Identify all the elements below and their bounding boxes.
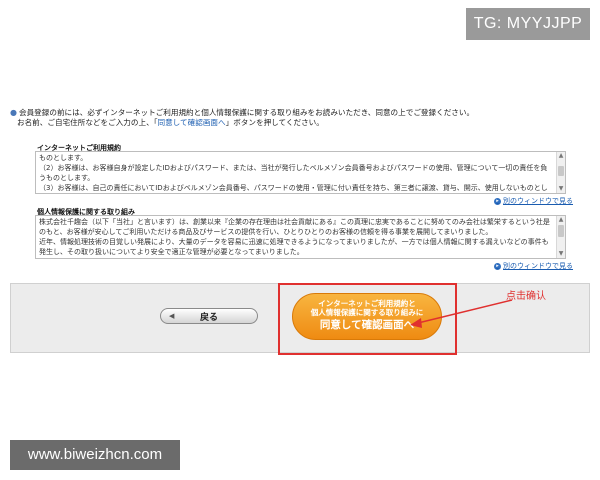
scroll-up-icon[interactable]: ▲	[557, 216, 565, 224]
intro-text: ● 会員登録の前には、必ずインターネットご利用規約と個人情報保護に関する取り組みを…	[10, 108, 595, 128]
scroll-up-icon[interactable]: ▲	[557, 152, 565, 160]
external-window-icon: ▸	[494, 262, 501, 270]
watermark-url: www.biweizhcn.com	[10, 440, 180, 470]
watermark-badge: TG: MYYJJPP	[466, 8, 590, 40]
annotation-highlight-box	[278, 283, 457, 355]
privacy-scroll-thumb[interactable]	[558, 225, 564, 237]
privacy-textbox[interactable]: 株式会社千趣会（以下「当社」と言います）は、創業以来『企業の存在理由は社会貢献に…	[35, 215, 566, 259]
terms-textbox[interactable]: ものとします。 （2）お客様は、お客様自身が設定したIDおよびパスワード、または…	[35, 151, 566, 194]
privacy-new-window-link[interactable]: ▸ 別のウィンドウで見る	[494, 261, 573, 271]
terms-line: ものとします。	[39, 154, 88, 162]
intro-agree-link[interactable]: 同意して確認画面へ	[157, 118, 225, 127]
terms-new-window-label: 別のウィンドウで見る	[503, 197, 573, 205]
back-button-label: 戻る	[199, 312, 218, 323]
privacy-line: 近年、情報処理技術の目覚しい発展により、大量のデータを容易に迅速に処理できるよう…	[39, 238, 549, 256]
intro-line-1-text: 会員登録の前には、必ずインターネットご利用規約と個人情報保護に関する取り組みをお…	[18, 108, 475, 117]
terms-scrollbar[interactable]: ▲ ▼	[556, 152, 565, 193]
intro-line-2: お名前、ご自宅住所などをご入力の上、「同意して確認画面へ」ボタンを押してください…	[10, 118, 595, 128]
terms-line: （3）お客様は、自己の責任においてIDおよびベルメゾン会員番号、パスワードの使用…	[39, 184, 548, 192]
privacy-scrollbar[interactable]: ▲ ▼	[556, 216, 565, 258]
back-arrow-icon: ◀	[169, 312, 175, 320]
external-window-icon: ▸	[494, 197, 501, 205]
annotation-label: 点击确认	[506, 291, 546, 302]
privacy-line: 株式会社千趣会（以下「当社」と言います）は、創業以来『企業の存在理由は社会貢献に…	[39, 218, 550, 236]
scroll-down-icon[interactable]: ▼	[557, 185, 565, 193]
intro-line-1: ● 会員登録の前には、必ずインターネットご利用規約と個人情報保護に関する取り組みを…	[10, 108, 595, 118]
bullet-icon: ●	[10, 108, 17, 117]
terms-scroll-thumb[interactable]	[558, 166, 564, 176]
intro-line-2-after: 」ボタンを押してください。	[225, 118, 324, 127]
back-button[interactable]: ◀ 戻る	[160, 308, 258, 324]
privacy-new-window-label: 別のウィンドウで見る	[503, 262, 573, 270]
scroll-down-icon[interactable]: ▼	[557, 250, 565, 258]
terms-new-window-link[interactable]: ▸ 別のウィンドウで見る	[494, 196, 573, 206]
intro-line-2-before: お名前、ご自宅住所などをご入力の上、「	[17, 118, 158, 127]
terms-line: （2）お客様は、お客様自身が設定したIDおよびパスワード、または、当社が発行した…	[39, 164, 548, 182]
